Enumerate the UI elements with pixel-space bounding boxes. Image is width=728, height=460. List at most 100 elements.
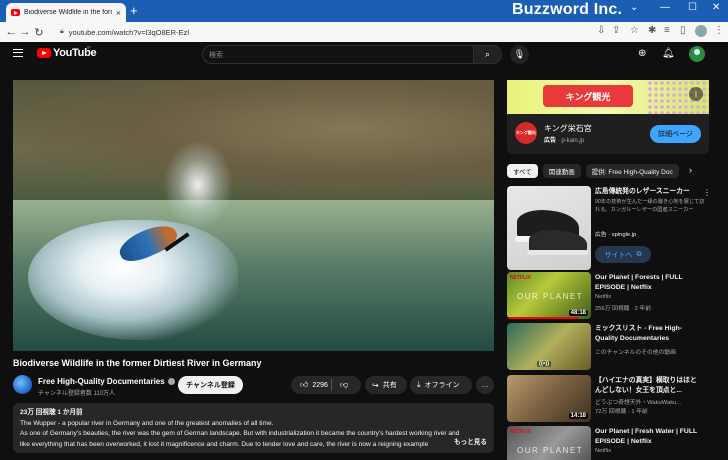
share-label: 共有 bbox=[382, 382, 397, 389]
create-video-icon[interactable]: ⊕ bbox=[638, 48, 646, 59]
ad-banner[interactable]: キング観光 bbox=[507, 80, 709, 114]
channel-name-row[interactable]: Free High-Quality Documentaries bbox=[38, 377, 175, 386]
video-thumbnail[interactable]: NETFLIX OUR PLANET 48:18 bbox=[507, 272, 591, 319]
more-options-icon[interactable]: ⋮ bbox=[703, 188, 711, 197]
rec-title[interactable]: 【ハイエナの真実】横取りはほとんどしない！女王を頂点と... bbox=[595, 376, 703, 395]
thumbs-down-icon[interactable]: 👎︎ bbox=[340, 380, 348, 390]
offline-label: オフライン bbox=[424, 382, 460, 389]
minimize-icon[interactable]: — bbox=[660, 2, 670, 13]
youtube-logo-icon[interactable] bbox=[37, 48, 51, 58]
list-item[interactable]: NETFLIX OUR PLANET 48:18 Our Planet | Fo… bbox=[507, 272, 712, 320]
url-text: youtube.com/watch?v=l3qO8ER-Ezl bbox=[68, 27, 190, 37]
video-thumbnail[interactable]: 14:18 bbox=[507, 375, 591, 422]
duration-badge: 48:18 bbox=[568, 310, 588, 316]
ad-banner-text: キング観光 bbox=[543, 85, 633, 107]
new-tab-button[interactable]: + bbox=[130, 3, 138, 19]
close-window-icon[interactable]: ✕ bbox=[712, 2, 720, 13]
ad-card[interactable]: キング観光 キング栄石宮 広告 · p-kain.jp 詳細ページ bbox=[507, 114, 709, 154]
share-page-icon[interactable]: ⇪ bbox=[612, 25, 620, 36]
rec-title[interactable]: ミックスリスト - Free High-Quality Documentarie… bbox=[595, 324, 703, 343]
mic-icon: 🎙︎ bbox=[513, 49, 526, 59]
ad-logo: キング観光 bbox=[515, 122, 537, 144]
tab-close-icon[interactable]: × bbox=[116, 8, 121, 18]
search-box[interactable]: 検索 ⌕ bbox=[202, 45, 502, 64]
reading-list-icon[interactable]: ≡ bbox=[664, 25, 670, 36]
thumbs-up-icon[interactable]: 👍︎ bbox=[300, 380, 308, 390]
list-item[interactable]: ((•)) ミックスリスト - Free High-Quality Docume… bbox=[507, 323, 712, 371]
list-item[interactable]: 14:18 【ハイエナの真実】横取りはほとんどしない！女王を頂点と... どうぶ… bbox=[507, 375, 712, 423]
list-item[interactable]: NETFLIX OUR PLANET Our Planet | Fresh Wa… bbox=[507, 426, 712, 460]
maximize-icon[interactable]: ☐ bbox=[688, 2, 697, 13]
more-actions-button[interactable]: … bbox=[476, 376, 494, 394]
rec-title[interactable]: 広島傳統発のレザースニーカー bbox=[595, 187, 701, 197]
video-thumbnail[interactable]: NETFLIX OUR PLANET bbox=[507, 426, 591, 460]
rec-channel[interactable]: Netflix bbox=[595, 294, 611, 300]
description-line: The Wupper - a popular river in Germany … bbox=[20, 419, 274, 427]
ad-site-button[interactable]: サイトへ ⧉ bbox=[595, 246, 651, 263]
chip-related[interactable]: 関連動画 bbox=[542, 164, 581, 178]
mix-thumbnail[interactable]: ((•)) bbox=[507, 323, 591, 370]
menu-icon[interactable] bbox=[13, 49, 23, 57]
channel-avatar[interactable] bbox=[13, 375, 32, 394]
forward-icon[interactable]: → bbox=[18, 26, 32, 38]
rec-meta: このチャンネルのその他の動画 bbox=[595, 350, 676, 356]
netflix-badge: NETFLIX bbox=[510, 275, 531, 281]
download-offline-button[interactable]: ⤓ オフライン bbox=[410, 376, 472, 394]
video-frame-background bbox=[13, 80, 494, 200]
video-frame-spray bbox=[163, 140, 233, 230]
rec-channel: 90年の技術が生んだ一級の履き心地を展じて訪れる。カンガルーレザーの国産スニーカ… bbox=[595, 199, 705, 213]
sidepanel-icon[interactable]: ▯ bbox=[680, 25, 686, 36]
browser-menu-icon[interactable]: ⋮ bbox=[714, 25, 724, 36]
voice-search-button[interactable]: 🎙︎ bbox=[510, 45, 529, 64]
ad-info-icon[interactable]: i bbox=[689, 87, 703, 101]
chip-all[interactable]: すべて bbox=[507, 164, 538, 178]
user-avatar[interactable] bbox=[689, 46, 705, 62]
reload-icon[interactable]: ↻ bbox=[32, 26, 46, 39]
like-count[interactable]: 2296 bbox=[312, 382, 328, 389]
rec-channel[interactable]: Netflix bbox=[595, 448, 611, 454]
chip-from-channel[interactable]: 提供: Free High-Quality Doc bbox=[585, 164, 679, 178]
external-link-icon: ⧉ bbox=[636, 250, 642, 258]
ad-thumbnail[interactable] bbox=[507, 186, 591, 270]
tab-search-icon[interactable]: ⌄ bbox=[630, 2, 638, 13]
back-icon[interactable]: ← bbox=[4, 26, 18, 38]
rec-title[interactable]: Our Planet | Fresh Water | FULL EPISODE … bbox=[595, 427, 703, 446]
video-title: Biodiverse Wildlife in the former Dirtie… bbox=[13, 358, 262, 368]
netflix-badge: NETFLIX bbox=[510, 429, 531, 435]
filter-chips: すべて 関連動画 提供: Free High-Quality Doc bbox=[507, 164, 684, 180]
video-player[interactable] bbox=[13, 80, 494, 351]
notifications-bell-icon[interactable]: 🔔︎ bbox=[662, 48, 675, 59]
list-item[interactable]: 広島傳統発のレザースニーカー ⋮ 90年の技術が生んだ一級の履き心地を展じて訪れ… bbox=[507, 186, 712, 270]
subscriber-count: チャンネル登録者数 110万人 bbox=[38, 391, 116, 397]
subscribe-button[interactable]: チャンネル登録 bbox=[178, 376, 243, 394]
tab-title: Biodiverse Wildlife in the former bbox=[24, 9, 112, 16]
search-button[interactable]: ⌕ bbox=[473, 46, 501, 63]
description-line: like everything that has been overworked… bbox=[20, 440, 429, 448]
browser-profile-icon[interactable] bbox=[695, 25, 707, 37]
mix-live-icon: ((•)) bbox=[537, 361, 552, 367]
rec-meta: 256万 回視聴 · 2 年前 bbox=[595, 306, 652, 312]
ad-advertiser-name: キング栄石宮 bbox=[544, 124, 592, 133]
download-icon[interactable]: ⇩ bbox=[597, 25, 605, 36]
share-button[interactable]: ↪ 共有 bbox=[365, 376, 407, 394]
rec-title[interactable]: Our Planet | Forests | FULL EPISODE | Ne… bbox=[595, 273, 703, 292]
chevron-right-icon[interactable]: › bbox=[689, 165, 692, 175]
thumbnail-text: OUR PLANET bbox=[517, 292, 584, 301]
show-more-link[interactable]: もっと見る bbox=[451, 437, 487, 448]
more-actions-icon: … bbox=[481, 381, 489, 389]
verified-icon bbox=[167, 378, 175, 386]
extensions-icon[interactable]: ✱ bbox=[648, 25, 656, 36]
rec-channel[interactable]: どうぶつ奇想天外・WakuWaku... bbox=[595, 397, 681, 406]
bookmark-star-icon[interactable]: ☆ bbox=[630, 25, 639, 36]
ad-site-label: サイトへ bbox=[604, 251, 633, 259]
ad-details-button[interactable]: 詳細ページ bbox=[650, 125, 701, 143]
ad-domain: · p-kain.jp bbox=[557, 138, 585, 144]
search-input[interactable]: 検索 bbox=[209, 50, 223, 60]
logo-region: JP bbox=[86, 45, 91, 50]
channel-name[interactable]: Free High-Quality Documentaries bbox=[38, 377, 165, 386]
url-bar[interactable]: 🔒︎ youtube.com/watch?v=l3qO8ER-Ezl bbox=[60, 25, 620, 39]
thumbnail-text: OUR PLANET bbox=[517, 446, 584, 455]
watch-progress-bar bbox=[507, 317, 579, 319]
description-box[interactable]: 23万 回視聴 1 か月前 The Wupper - a popular riv… bbox=[13, 403, 494, 453]
browser-tab[interactable]: Biodiverse Wildlife in the former × bbox=[6, 3, 126, 22]
